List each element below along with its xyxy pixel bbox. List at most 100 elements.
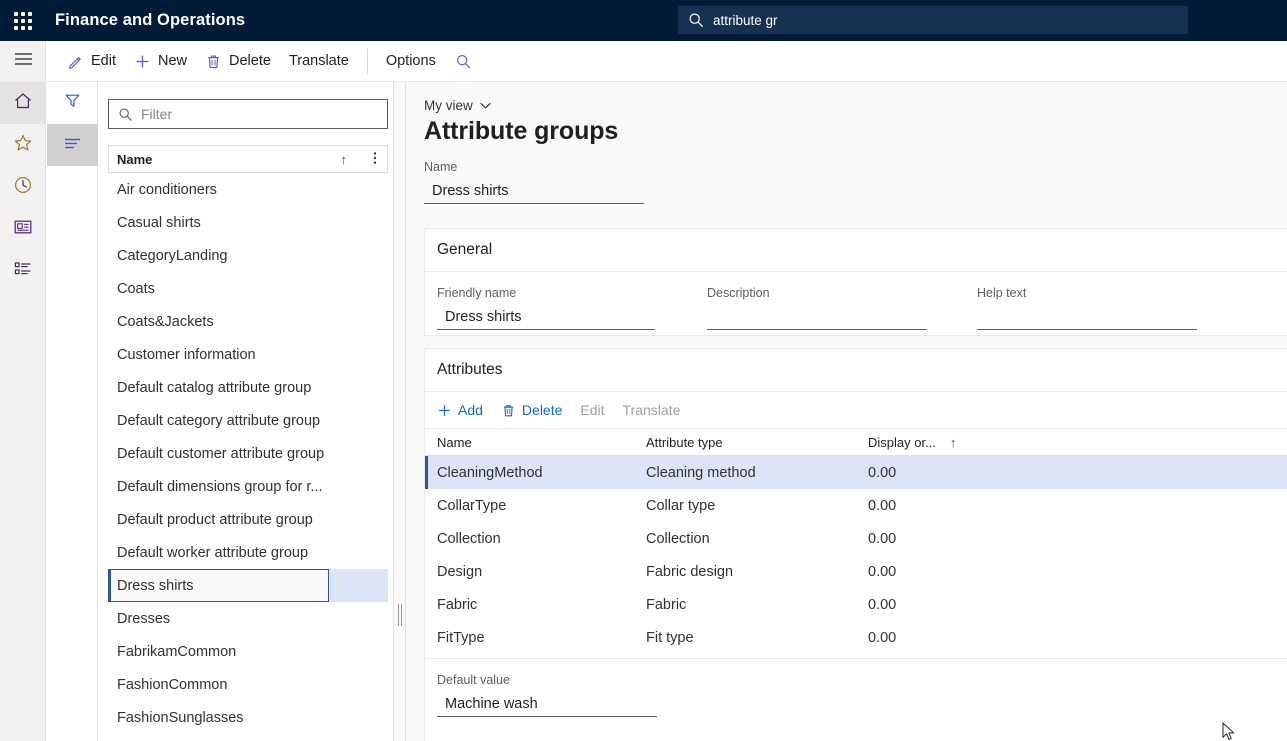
rail-item-recent[interactable] <box>0 166 46 208</box>
command-bar: Edit New Delete <box>46 41 1287 82</box>
attribute-type-cell: Fabric design <box>646 564 868 580</box>
search-icon <box>688 12 704 28</box>
clock-icon <box>13 175 33 200</box>
attributes-column-name[interactable]: Name <box>425 435 646 450</box>
attribute-type-cell: Fit type <box>646 630 868 646</box>
command-new[interactable]: New <box>125 41 196 82</box>
help-text-input[interactable] <box>977 305 1197 330</box>
list-item[interactable]: Default product attribute group <box>108 503 388 536</box>
attributes-column-type[interactable]: Attribute type <box>646 435 868 450</box>
pane-splitter[interactable] <box>394 82 406 741</box>
plus-icon <box>134 53 151 70</box>
modules-icon <box>13 260 33 283</box>
app-title: Finance and Operations <box>55 11 245 30</box>
attributes-edit-label: Edit <box>580 402 604 418</box>
command-edit[interactable]: Edit <box>58 41 125 82</box>
attribute-name-cell: Design <box>425 564 646 580</box>
rail-item-home[interactable] <box>0 82 46 124</box>
workspace-icon <box>13 218 33 241</box>
chevron-down-icon <box>480 102 491 110</box>
attributes-translate-label: Translate <box>623 402 681 418</box>
record-name-input[interactable]: Dress shirts <box>424 179 644 204</box>
list-item-label: Air conditioners <box>117 182 217 198</box>
command-delete-label: Delete <box>229 53 271 69</box>
list-item[interactable]: Default category attribute group <box>108 404 388 437</box>
star-icon <box>13 133 33 158</box>
description-input[interactable] <box>707 305 927 330</box>
table-row[interactable]: DesignFabric design0.00 <box>425 555 1287 588</box>
waffle-grid-icon <box>14 12 32 30</box>
command-delete[interactable]: Delete <box>196 41 280 82</box>
list-item[interactable]: Casual shirts <box>108 206 388 239</box>
list-item[interactable]: Default worker attribute group <box>108 536 388 569</box>
list-item[interactable]: FashionCommon <box>108 668 388 701</box>
attributes-edit-button[interactable]: Edit <box>580 402 604 418</box>
general-section-title: General <box>425 229 1287 272</box>
command-edit-label: Edit <box>91 53 116 69</box>
table-row[interactable]: CollarTypeCollar type0.00 <box>425 489 1287 522</box>
filter-pane-button[interactable] <box>47 82 98 124</box>
list-item[interactable]: Coats&Jackets <box>108 305 388 338</box>
table-row[interactable]: FitTypeFit type0.00 <box>425 621 1287 654</box>
attributes-translate-button[interactable]: Translate <box>623 402 681 418</box>
list-item[interactable]: FashionSunglasses <box>108 701 388 734</box>
trash-icon <box>501 403 516 418</box>
list-item[interactable]: FabrikamCommon <box>108 635 388 668</box>
rail-item-favorites[interactable] <box>0 124 46 166</box>
attributes-column-display-order[interactable]: Display or... ↑ <box>868 435 958 450</box>
waffle-menu-button[interactable] <box>0 0 46 41</box>
list-sort-ascending-icon: ↑ <box>341 152 348 167</box>
filter-placeholder: Filter <box>141 106 172 122</box>
command-search-button[interactable] <box>445 41 482 82</box>
attribute-name-cell: CleaningMethod <box>425 465 646 481</box>
help-text-field: Help text <box>977 286 1247 330</box>
list-column-header-name[interactable]: Name <box>117 152 341 167</box>
global-search-box[interactable]: attribute gr <box>678 6 1188 34</box>
attributes-toolbar: Add Delete Edit <box>425 392 1287 429</box>
table-row[interactable]: FabricFabric0.00 <box>425 588 1287 621</box>
list-item[interactable]: Default dimensions group for r... <box>108 470 388 503</box>
hamburger-menu-button[interactable] <box>0 41 46 82</box>
rail-item-modules[interactable] <box>0 250 46 292</box>
attribute-type-cell: Fabric <box>646 597 868 613</box>
list-item-label: Customer information <box>117 347 256 363</box>
attributes-delete-button[interactable]: Delete <box>501 402 562 418</box>
command-translate[interactable]: Translate <box>280 41 358 82</box>
list-lines-icon <box>63 136 82 155</box>
list-item[interactable]: Customer information <box>108 338 388 371</box>
attribute-display-order-cell: 0.00 <box>868 498 958 514</box>
global-search-value: attribute gr <box>713 13 778 28</box>
splitter-grip-icon <box>398 604 402 626</box>
description-field: Description <box>707 286 977 330</box>
list-item[interactable]: Dress shirts <box>108 569 388 602</box>
view-selector[interactable]: My view <box>424 98 491 113</box>
list-item-label: CategoryLanding <box>117 248 227 264</box>
list-item[interactable]: CategoryLanding <box>108 239 388 272</box>
list-pane-button[interactable] <box>47 124 98 166</box>
friendly-name-label: Friendly name <box>437 286 707 300</box>
list-item[interactable]: Dresses <box>108 602 388 635</box>
list-item-label: Default product attribute group <box>117 512 313 528</box>
attribute-display-order-cell: 0.00 <box>868 465 958 481</box>
command-options[interactable]: Options <box>377 41 445 82</box>
list-item[interactable]: Default customer attribute group <box>108 437 388 470</box>
table-row[interactable]: CleaningMethodCleaning method0.00 <box>425 456 1287 489</box>
list-item-label: Dresses <box>117 611 170 627</box>
vertical-dots-icon[interactable] <box>373 151 377 168</box>
friendly-name-input[interactable]: Dress shirts <box>437 305 655 330</box>
list-item[interactable]: Coats <box>108 272 388 305</box>
list-pane-icon-strip <box>47 82 98 741</box>
rail-item-workspaces[interactable] <box>0 208 46 250</box>
attributes-rows-container: CleaningMethodCleaning method0.00CollarT… <box>425 456 1287 654</box>
search-icon <box>118 107 133 122</box>
left-navigation-rail <box>0 41 46 741</box>
filter-input[interactable]: Filter <box>108 99 388 129</box>
list-item[interactable]: Default catalog attribute group <box>108 371 388 404</box>
default-value-input[interactable]: Machine wash <box>437 692 657 717</box>
list-item[interactable]: Air conditioners <box>108 173 388 206</box>
attributes-delete-label: Delete <box>522 402 562 418</box>
attributes-grid: Name Attribute type Display or... ↑ Clea… <box>425 429 1287 654</box>
table-row[interactable]: CollectionCollection0.00 <box>425 522 1287 555</box>
attributes-add-button[interactable]: Add <box>437 402 483 418</box>
list-item-label: Default category attribute group <box>117 413 320 429</box>
